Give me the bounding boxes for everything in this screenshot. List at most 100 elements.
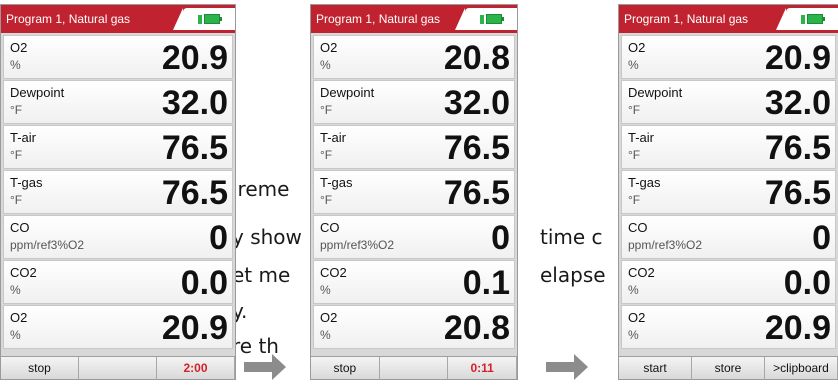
program-title: Program 1, Natural gas: [624, 12, 749, 26]
row-name: O2: [320, 40, 338, 55]
row-name: CO: [10, 220, 30, 235]
title-bar: Program 1, Natural gas: [311, 5, 517, 33]
row-name: CO: [320, 220, 340, 235]
background-text-5: elapse: [540, 263, 606, 287]
softkey-empty[interactable]: [379, 357, 449, 379]
row-value: 0.0: [783, 264, 831, 302]
stop-button[interactable]: stop: [1, 357, 79, 379]
row-unit: %: [320, 58, 331, 72]
row-unit: °F: [320, 148, 333, 162]
row-unit: °F: [320, 103, 333, 117]
row-value: 20.8: [443, 309, 510, 347]
row-name: T-gas: [320, 175, 353, 190]
row-value: 76.5: [161, 174, 228, 212]
row-name: CO: [628, 220, 648, 235]
measurement-list: O2% 20.8 Dewpoint °F 32.0 T-air °F 76.5 T-gas…: [311, 33, 517, 349]
softkey-bar: stop 0:11: [311, 356, 517, 379]
row-unit: %: [10, 328, 21, 342]
row-name: O2: [10, 310, 28, 325]
row-unit: °F: [10, 193, 23, 207]
row-value: 0.0: [180, 264, 228, 302]
row-unit: %: [320, 328, 331, 342]
row-unit: ppm/ref3%O2: [628, 238, 703, 252]
measurement-row-co: CO ppm/ref3%O2 0: [313, 215, 515, 259]
measurement-row-t-gas: T-gas °F 76.5: [621, 170, 836, 214]
device-screen-3: Program 1, Natural gas O2% 20.9 Dewpoint °…: [618, 4, 838, 380]
battery-icon: [801, 14, 825, 24]
measurement-row-o2-2: O2% 20.9: [621, 305, 836, 349]
measurement-row-co2: CO2% 0.1: [313, 260, 515, 304]
row-unit: °F: [10, 148, 23, 162]
measurement-row-t-gas: T-gas °F 76.5: [313, 170, 515, 214]
row-unit: %: [10, 283, 21, 297]
row-value: 0: [209, 219, 228, 257]
measurement-row-co: CO ppm/ref3%O2 0: [3, 215, 233, 259]
measurement-row-t-air: T-air °F 76.5: [313, 125, 515, 169]
measurement-row-co: CO ppm/ref3%O2 0: [621, 215, 836, 259]
row-value: 20.9: [764, 309, 831, 347]
battery-icon: [198, 14, 222, 24]
row-name: CO2: [10, 265, 37, 280]
row-name: T-air: [628, 130, 654, 145]
measurement-row-dewpoint: Dewpoint °F 32.0: [313, 80, 515, 124]
row-unit: ppm/ref3%O2: [10, 238, 85, 252]
row-unit: °F: [628, 193, 641, 207]
measurement-row-o2: O2% 20.9: [621, 35, 836, 79]
program-title: Program 1, Natural gas: [316, 12, 441, 26]
row-value: 76.5: [764, 174, 831, 212]
row-value: 0: [491, 219, 510, 257]
row-value: 76.5: [443, 129, 510, 167]
row-name: CO2: [320, 265, 347, 280]
row-name: Dewpoint: [10, 85, 65, 100]
status-tab: [455, 8, 517, 30]
row-value: 20.9: [764, 39, 831, 77]
row-value: 76.5: [764, 129, 831, 167]
row-unit: ppm/ref3%O2: [320, 238, 395, 252]
row-name: Dewpoint: [628, 85, 683, 100]
row-name: O2: [628, 40, 646, 55]
softkey-bar: stop 2:00: [1, 356, 235, 379]
clipboard-button[interactable]: >clipboard: [765, 357, 838, 379]
device-screen-2: Program 1, Natural gas O2% 20.8 Dewpoint °…: [310, 4, 518, 380]
row-name: CO2: [628, 265, 655, 280]
start-button[interactable]: start: [619, 357, 692, 379]
measurement-row-dewpoint: Dewpoint °F 32.0: [3, 80, 233, 124]
timer-display: 2:00: [157, 357, 235, 379]
program-title: Program 1, Natural gas: [6, 12, 131, 26]
row-name: T-gas: [628, 175, 661, 190]
measurement-row-t-gas: T-gas °F 76.5: [3, 170, 233, 214]
background-text-7: re th: [232, 334, 279, 358]
title-bar: Program 1, Natural gas: [619, 5, 838, 33]
background-text-3: time c: [540, 225, 603, 249]
timer-display: 0:11: [448, 357, 517, 379]
row-value: 0.1: [462, 264, 510, 302]
row-unit: %: [320, 283, 331, 297]
store-button[interactable]: store: [692, 357, 765, 379]
row-value: 20.8: [443, 39, 510, 77]
row-value: 76.5: [161, 129, 228, 167]
softkey-empty[interactable]: [79, 357, 157, 379]
row-name: T-air: [10, 130, 36, 145]
measurement-row-o2-2: O2% 20.9: [3, 305, 233, 349]
row-value: 32.0: [764, 84, 831, 122]
status-tab: [173, 8, 235, 30]
row-name: O2: [10, 40, 28, 55]
row-name: O2: [320, 310, 338, 325]
stop-button[interactable]: stop: [311, 357, 380, 379]
measurement-row-co2: CO2% 0.0: [621, 260, 836, 304]
device-screen-1: Program 1, Natural gas O2% 20.9 Dewpoint °…: [0, 4, 236, 380]
row-value: 32.0: [161, 84, 228, 122]
battery-icon: [480, 14, 504, 24]
row-name: T-air: [320, 130, 346, 145]
row-unit: °F: [320, 193, 333, 207]
measurement-row-dewpoint: Dewpoint °F 32.0: [621, 80, 836, 124]
row-name: T-gas: [10, 175, 43, 190]
row-name: Dewpoint: [320, 85, 375, 100]
row-value: 0: [812, 219, 831, 257]
background-text-1: ireme: [232, 177, 290, 201]
measurement-row-co2: CO2% 0.0: [3, 260, 233, 304]
row-value: 20.9: [161, 39, 228, 77]
row-value: 76.5: [443, 174, 510, 212]
measurement-row-o2: O2% 20.9: [3, 35, 233, 79]
title-bar: Program 1, Natural gas: [1, 5, 235, 33]
